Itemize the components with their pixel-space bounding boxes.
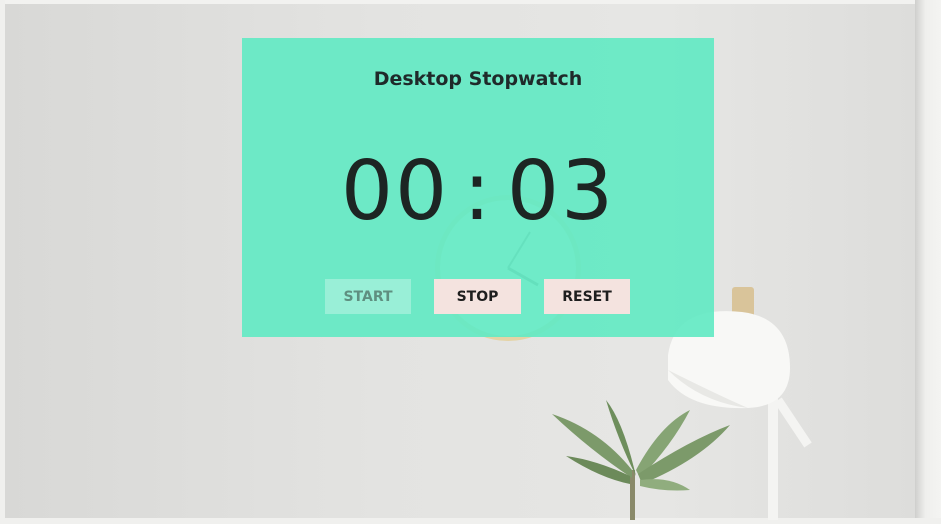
minutes-value: 00 bbox=[340, 144, 450, 239]
stopwatch-card: Desktop Stopwatch 00:03 START STOP RESET bbox=[242, 38, 714, 337]
control-buttons: START STOP RESET bbox=[242, 279, 714, 314]
start-button[interactable]: START bbox=[325, 279, 411, 314]
app-title: Desktop Stopwatch bbox=[373, 68, 583, 90]
stop-button[interactable]: STOP bbox=[434, 279, 521, 314]
reset-button[interactable]: RESET bbox=[544, 279, 630, 314]
seconds-value: 03 bbox=[506, 144, 616, 239]
stopwatch-app: Desktop Stopwatch 00:03 START STOP RESET bbox=[0, 0, 941, 524]
plant-icon bbox=[552, 400, 730, 520]
time-separator: : bbox=[463, 144, 493, 239]
time-display: 00:03 bbox=[242, 142, 714, 242]
